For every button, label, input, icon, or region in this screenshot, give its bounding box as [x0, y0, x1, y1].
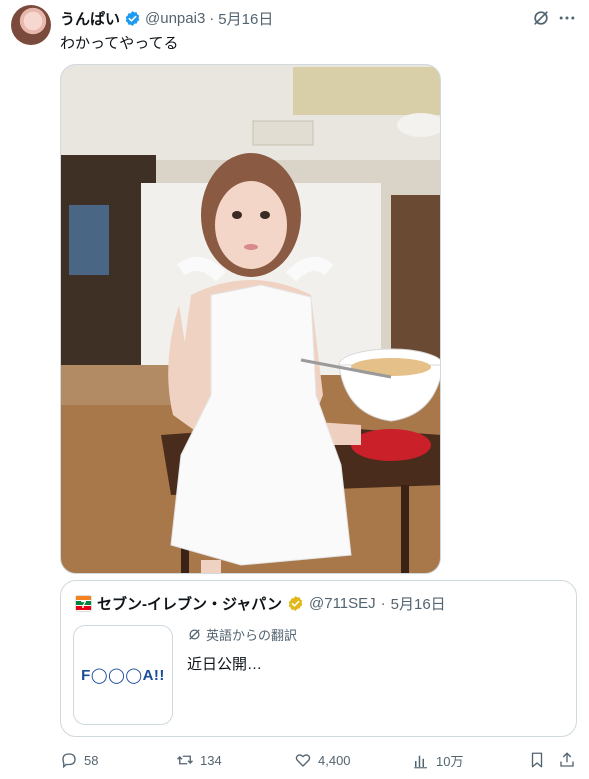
repost-icon — [177, 755, 193, 765]
quote-thumbnail[interactable]: F◯◯◯A!! — [73, 625, 173, 725]
post-header: うんぱい @unpai3 · 5月16日 — [60, 7, 273, 29]
quote-thumbnail-text: F◯◯◯A!! — [81, 667, 165, 684]
post-image[interactable] — [60, 64, 441, 574]
svg-text:7: 7 — [81, 600, 87, 611]
reply-count: 58 — [84, 752, 99, 768]
quote-header: 7 セブン‐イレブン・ジャパン @711SEJ · 5月16日 — [75, 593, 446, 614]
views-button[interactable]: 10万 — [412, 751, 463, 770]
reply-icon — [62, 753, 76, 769]
grok-icon[interactable] — [531, 8, 551, 28]
more-icon[interactable] — [557, 8, 577, 28]
reply-button[interactable]: 58 — [60, 751, 98, 769]
avatar[interactable] — [11, 5, 51, 45]
seven-eleven-logo: 7 — [75, 595, 92, 612]
like-icon — [295, 754, 311, 767]
quote-display-name[interactable]: セブン‐イレブン・ジャパン — [97, 593, 282, 614]
translation-text: 英語からの翻訳 — [206, 628, 298, 643]
translation-label[interactable]: 英語からの翻訳 — [187, 625, 297, 644]
quote-card[interactable]: 7 セブン‐イレブン・ジャパン @711SEJ · 5月16日 F◯◯◯A!! … — [60, 580, 577, 737]
photo-illustration — [61, 65, 440, 573]
verified-badge-icon — [288, 596, 303, 611]
display-name[interactable]: うんぱい — [60, 8, 120, 29]
post-date[interactable]: 5月16日 — [218, 8, 273, 29]
translate-icon — [189, 629, 200, 640]
quote-text: 近日公開… — [187, 656, 263, 673]
quote-handle[interactable]: @711SEJ — [309, 595, 376, 612]
share-icon[interactable] — [558, 751, 576, 769]
quote-date[interactable]: 5月16日 — [391, 593, 446, 614]
handle[interactable]: @unpai3 — [145, 10, 205, 27]
repost-button[interactable]: 134 — [176, 751, 222, 769]
verified-badge-icon — [125, 10, 140, 26]
views-count: 10万 — [436, 754, 464, 769]
views-icon — [414, 755, 427, 768]
repost-count: 134 — [200, 752, 222, 768]
bookmark-icon[interactable] — [528, 751, 546, 769]
separator: · — [380, 595, 386, 612]
like-count: 4,400 — [318, 752, 351, 768]
separator: · — [209, 9, 215, 27]
post-text: わかってやってる — [60, 35, 179, 52]
like-button[interactable]: 4,400 — [294, 751, 351, 769]
